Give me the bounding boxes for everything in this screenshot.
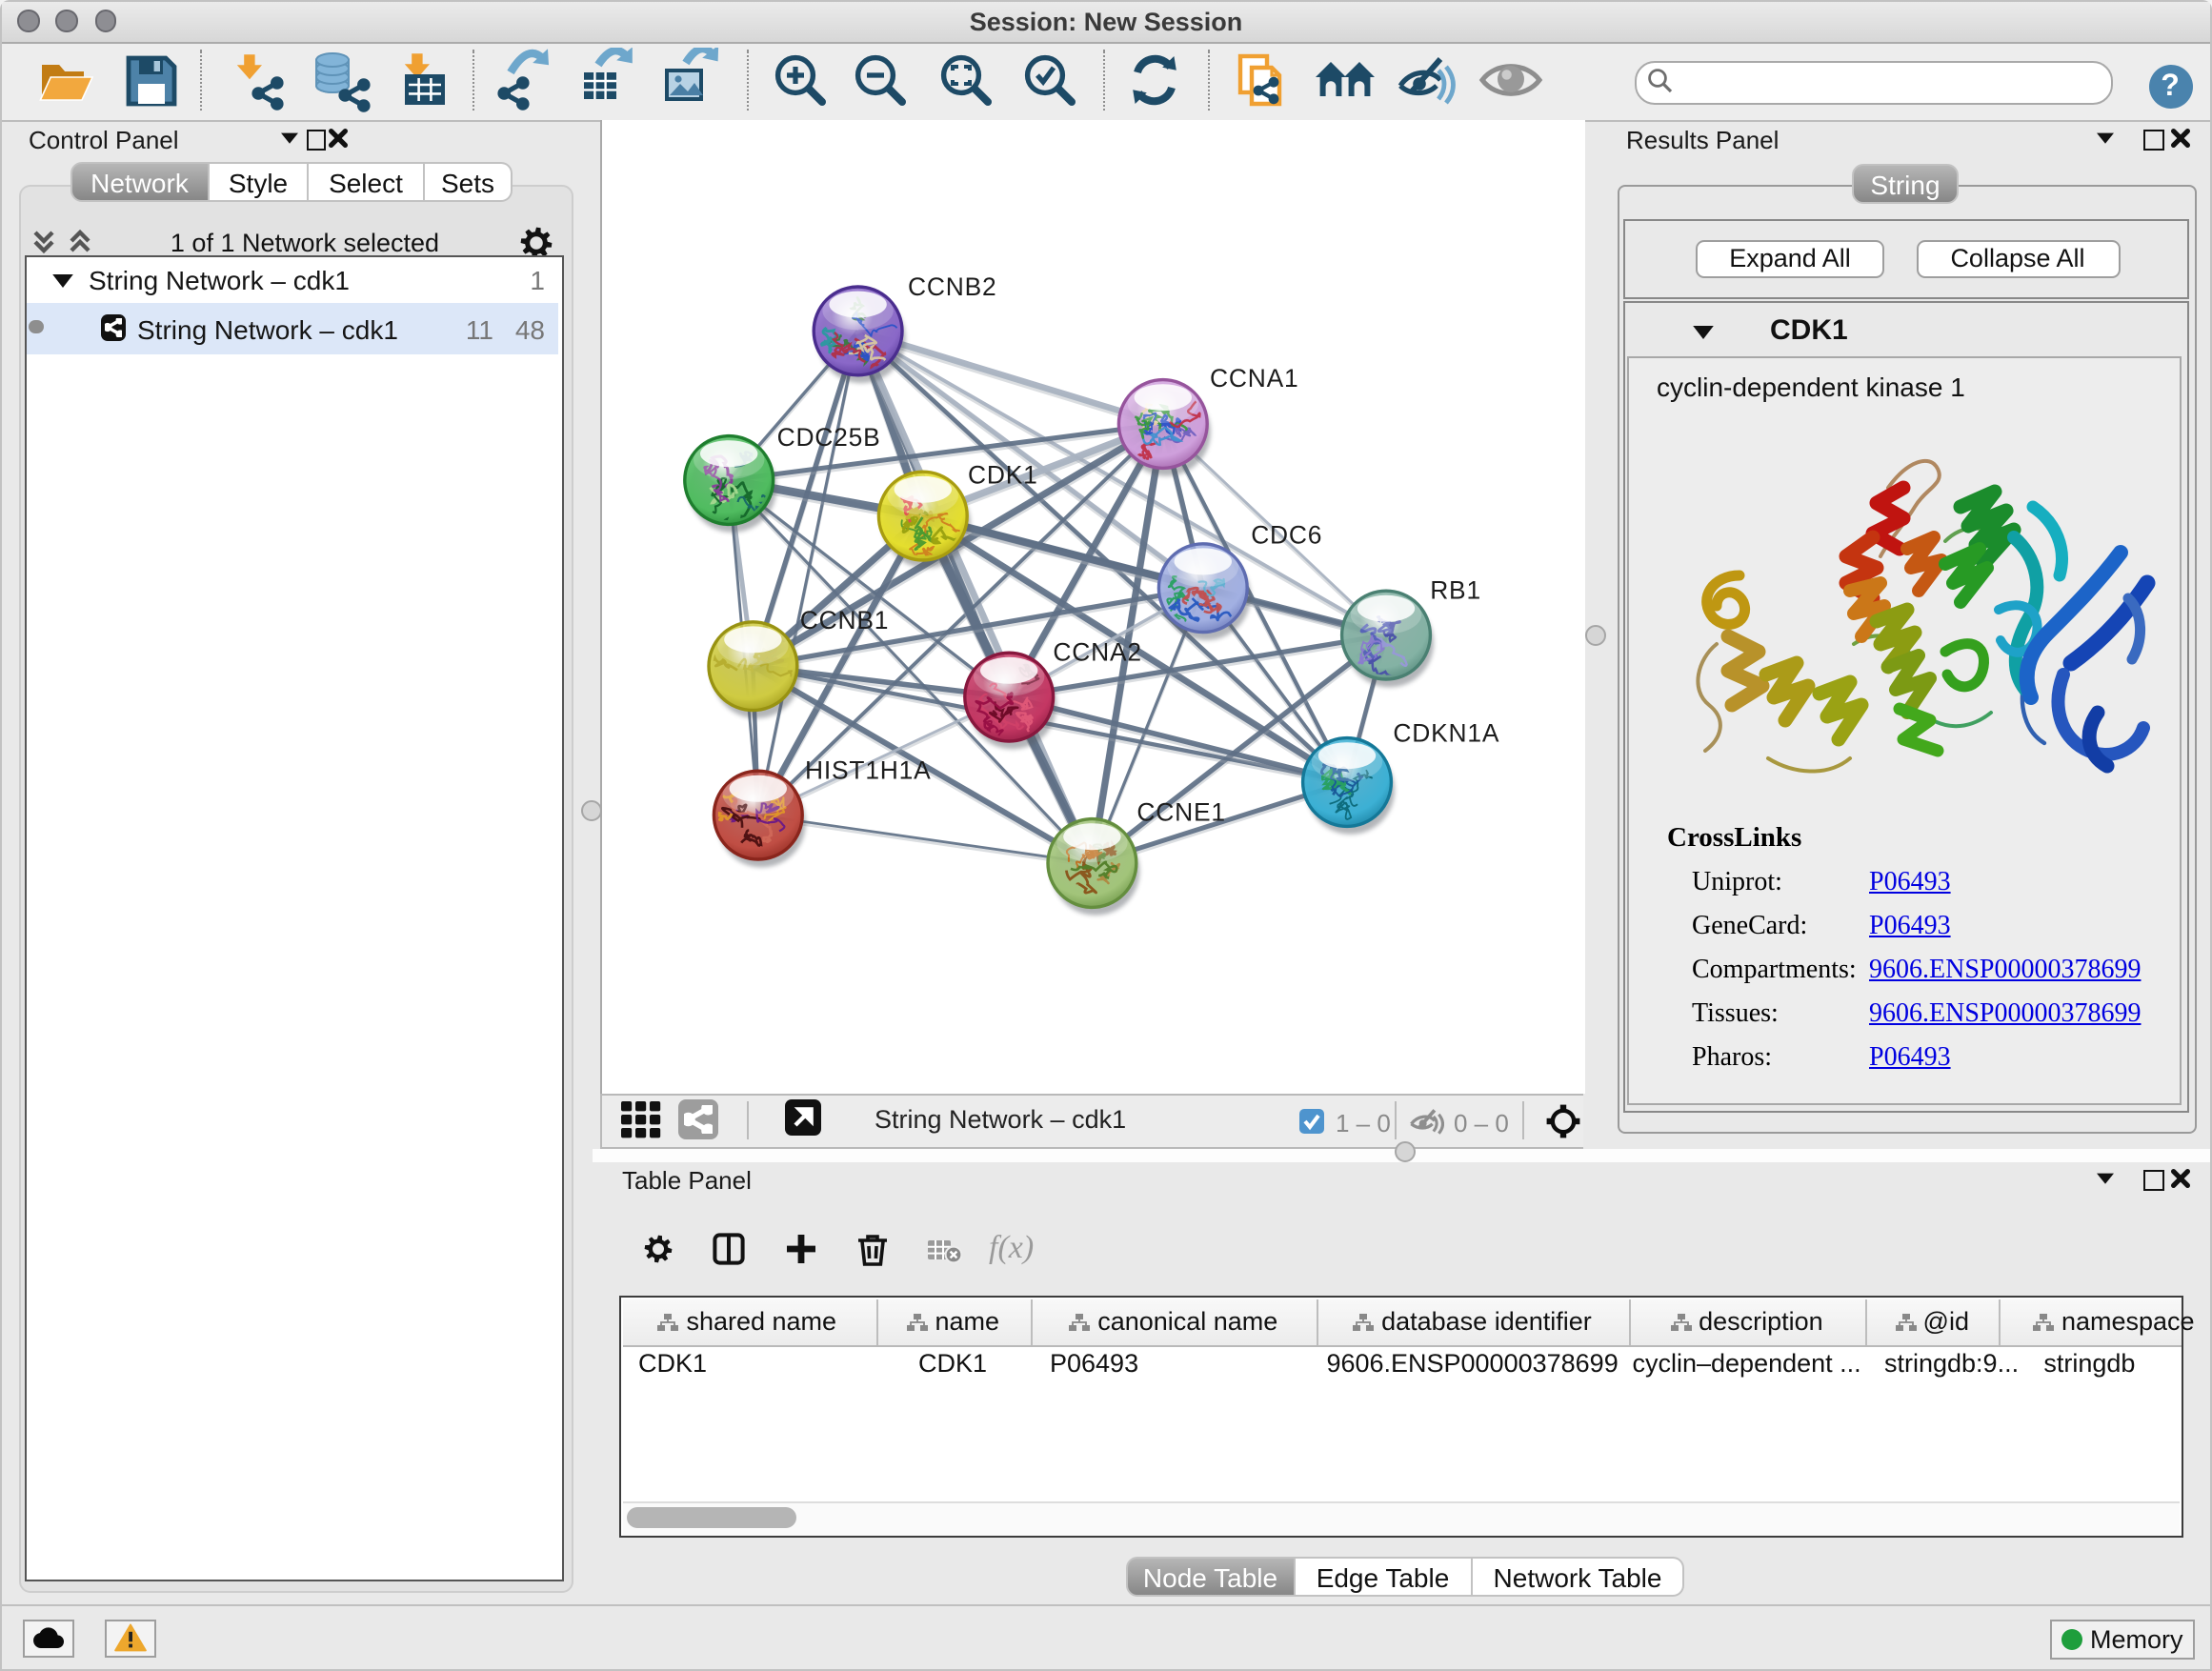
svg-text:CCNA1: CCNA1 <box>1210 364 1298 393</box>
svg-text:CDC6: CDC6 <box>1251 521 1322 550</box>
svg-text:CDK1: CDK1 <box>968 461 1038 490</box>
svg-text:CCNE1: CCNE1 <box>1136 797 1225 826</box>
svg-text:RB1: RB1 <box>1430 575 1481 604</box>
svg-text:CDKN1A: CDKN1A <box>1393 718 1499 747</box>
svg-text:CDC25B: CDC25B <box>777 423 881 452</box>
svg-text:HIST1H1A: HIST1H1A <box>805 755 932 784</box>
svg-text:CCNA2: CCNA2 <box>1053 637 1141 666</box>
svg-text:CCNB2: CCNB2 <box>908 272 996 301</box>
svg-text:CCNB1: CCNB1 <box>800 606 889 634</box>
